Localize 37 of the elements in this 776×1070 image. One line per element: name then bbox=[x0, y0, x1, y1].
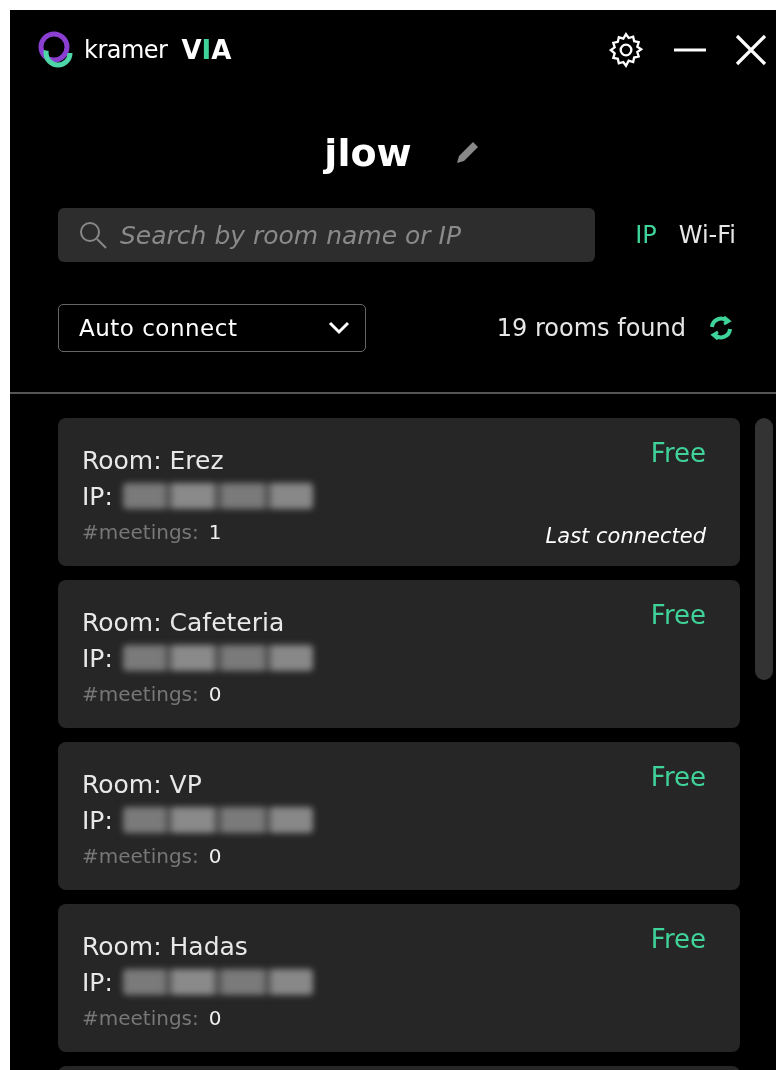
meetings-count: 0 bbox=[208, 844, 222, 868]
meetings-label: #meetings: bbox=[82, 682, 199, 706]
room-status: Free bbox=[650, 762, 706, 792]
network-tab[interactable]: IP bbox=[635, 221, 657, 249]
room-card[interactable]: Room: Cafeteria IP: #meetings: 0 Free bbox=[58, 580, 740, 728]
meetings-label: #meetings: bbox=[82, 844, 199, 868]
room-status: Free bbox=[650, 438, 706, 468]
logo-wordmark: VIA bbox=[181, 35, 232, 65]
meetings-label: #meetings: bbox=[82, 520, 199, 544]
room-card[interactable]: Room: VP IP: #meetings: 0 Free bbox=[58, 742, 740, 890]
chevron-down-icon bbox=[327, 320, 351, 336]
meetings-count: 1 bbox=[208, 520, 222, 544]
room-name: Room: Cafeteria bbox=[82, 607, 285, 637]
room-name: Room: Hadas bbox=[82, 931, 248, 961]
room-name: Room: Erez bbox=[82, 445, 224, 475]
room-status: Free bbox=[650, 924, 706, 954]
ip-label: IP: bbox=[82, 643, 113, 673]
connect-mode-dropdown[interactable]: Auto connect bbox=[58, 304, 366, 352]
settings-icon[interactable] bbox=[606, 30, 646, 70]
ip-label: IP: bbox=[82, 967, 113, 997]
room-card[interactable]: Room: Hadas IP: #meetings: 0 Free bbox=[58, 904, 740, 1052]
ip-label: IP: bbox=[82, 805, 113, 835]
meetings-count: 0 bbox=[208, 682, 222, 706]
user-name: jlow bbox=[324, 131, 412, 175]
close-icon[interactable] bbox=[734, 33, 768, 67]
last-connected-note: Last connected bbox=[545, 524, 706, 548]
logo-brand: kramer bbox=[84, 36, 168, 64]
rooms-found-count: 19 rooms found bbox=[496, 314, 686, 342]
room-status: Free bbox=[650, 600, 706, 630]
meetings-label: #meetings: bbox=[82, 1006, 199, 1030]
room-card[interactable]: Room: Erez IP: #meetings: 1 Free Last connected bbox=[58, 418, 740, 566]
search-field[interactable]: Search by room name or IP bbox=[58, 208, 595, 262]
room-name: Room: VP bbox=[82, 769, 202, 799]
ip-label: IP: bbox=[82, 481, 113, 511]
network-tab[interactable]: Wi-Fi bbox=[678, 221, 736, 249]
meetings-count: 0 bbox=[208, 1006, 222, 1030]
scrollbar[interactable] bbox=[755, 418, 773, 680]
